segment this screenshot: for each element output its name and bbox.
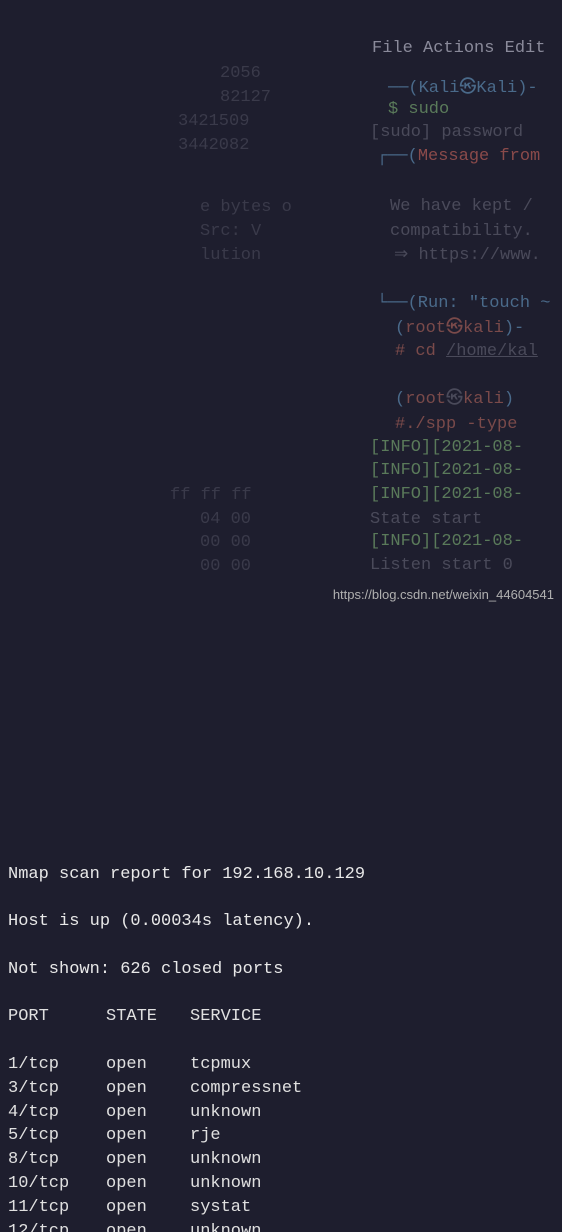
- bg-nums1: 2056: [220, 62, 261, 86]
- ports-list: 1/tcpopentcpmux3/tcpopencompressnet4/tcp…: [8, 1053, 554, 1232]
- service-cell: unknown: [190, 1172, 554, 1196]
- nmap-output: Nmap scan report for 192.168.10.129 Host…: [8, 839, 554, 1232]
- service-cell: unknown: [190, 1148, 554, 1172]
- watermark: https://blog.csdn.net/weixin_44604541: [333, 586, 554, 604]
- bg-lution: lution: [200, 244, 261, 268]
- header-state: STATE: [106, 1005, 190, 1029]
- bg-cd: # cd /home/kal: [395, 340, 538, 364]
- bg-kept: We have kept /: [390, 195, 533, 219]
- service-cell: tcpmux: [190, 1053, 554, 1077]
- port-cell: 4/tcp: [8, 1101, 106, 1125]
- state-cell: open: [106, 1053, 190, 1077]
- table-row: 1/tcpopentcpmux: [8, 1053, 554, 1077]
- port-cell: 8/tcp: [8, 1148, 106, 1172]
- table-row: 5/tcpopenrje: [8, 1124, 554, 1148]
- bg-sudo: $ sudo: [388, 98, 449, 122]
- service-cell: rje: [190, 1124, 554, 1148]
- bg-menu: File Actions Edit: [372, 37, 545, 61]
- port-cell: 5/tcp: [8, 1124, 106, 1148]
- bg-run: └──(Run: "touch ~: [377, 292, 550, 316]
- header-service: SERVICE: [190, 1005, 554, 1029]
- table-row: 10/tcpopenunknown: [8, 1172, 554, 1196]
- bg-bytes: e bytes o: [200, 196, 292, 220]
- bg-compat: compatibility.: [390, 220, 533, 244]
- port-cell: 12/tcp: [8, 1220, 106, 1232]
- bg-root1: (root㉿kali)-: [395, 317, 524, 341]
- port-table-header: PORTSTATESERVICE: [8, 1005, 554, 1029]
- host-up-line: Host is up (0.00034s latency).: [8, 910, 554, 934]
- state-cell: open: [106, 1148, 190, 1172]
- table-row: 4/tcpopenunknown: [8, 1101, 554, 1125]
- bg-root2: (root㉿kali): [395, 388, 514, 412]
- service-cell: systat: [190, 1196, 554, 1220]
- state-cell: open: [106, 1196, 190, 1220]
- state-cell: open: [106, 1220, 190, 1232]
- port-cell: 11/tcp: [8, 1196, 106, 1220]
- table-row: 12/tcpopenunknown: [8, 1220, 554, 1232]
- bg-msgtop: ┌──(Message from: [377, 145, 540, 169]
- header-port: PORT: [8, 1005, 106, 1029]
- port-cell: 3/tcp: [8, 1077, 106, 1101]
- bg-password: [sudo] password: [370, 121, 523, 145]
- bg-info4: [INFO][2021-08-: [370, 530, 523, 554]
- bg-nums2: 82127: [220, 86, 271, 110]
- bg-hex3: 00 00: [200, 531, 251, 555]
- bg-listen: Listen start 0: [370, 554, 513, 578]
- service-cell: compressnet: [190, 1077, 554, 1101]
- scan-report-line: Nmap scan report for 192.168.10.129: [8, 863, 554, 887]
- bg-nums3: 3421509: [178, 110, 249, 134]
- table-row: 8/tcpopenunknown: [8, 1148, 554, 1172]
- bg-hex1: ff ff ff: [170, 484, 252, 508]
- bg-spp: #./spp -type: [395, 413, 517, 437]
- bg-info3: [INFO][2021-08-: [370, 483, 523, 507]
- bg-state: State start: [370, 508, 482, 532]
- state-cell: open: [106, 1172, 190, 1196]
- bg-https: ⇒ https://www.: [394, 244, 541, 268]
- service-cell: unknown: [190, 1101, 554, 1125]
- state-cell: open: [106, 1101, 190, 1125]
- state-cell: open: [106, 1124, 190, 1148]
- not-shown-line: Not shown: 626 closed ports: [8, 958, 554, 982]
- bg-info1: [INFO][2021-08-: [370, 436, 523, 460]
- service-cell: unknown: [190, 1220, 554, 1232]
- bg-nums4: 3442082: [178, 134, 249, 158]
- port-cell: 10/tcp: [8, 1172, 106, 1196]
- state-cell: open: [106, 1077, 190, 1101]
- table-row: 11/tcpopensystat: [8, 1196, 554, 1220]
- port-cell: 1/tcp: [8, 1053, 106, 1077]
- bg-src: Src: V: [200, 220, 261, 244]
- bg-hex4: 00 00: [200, 555, 251, 579]
- bg-hex2: 04 00: [200, 508, 251, 532]
- bg-info2: [INFO][2021-08-: [370, 459, 523, 483]
- table-row: 3/tcpopencompressnet: [8, 1077, 554, 1101]
